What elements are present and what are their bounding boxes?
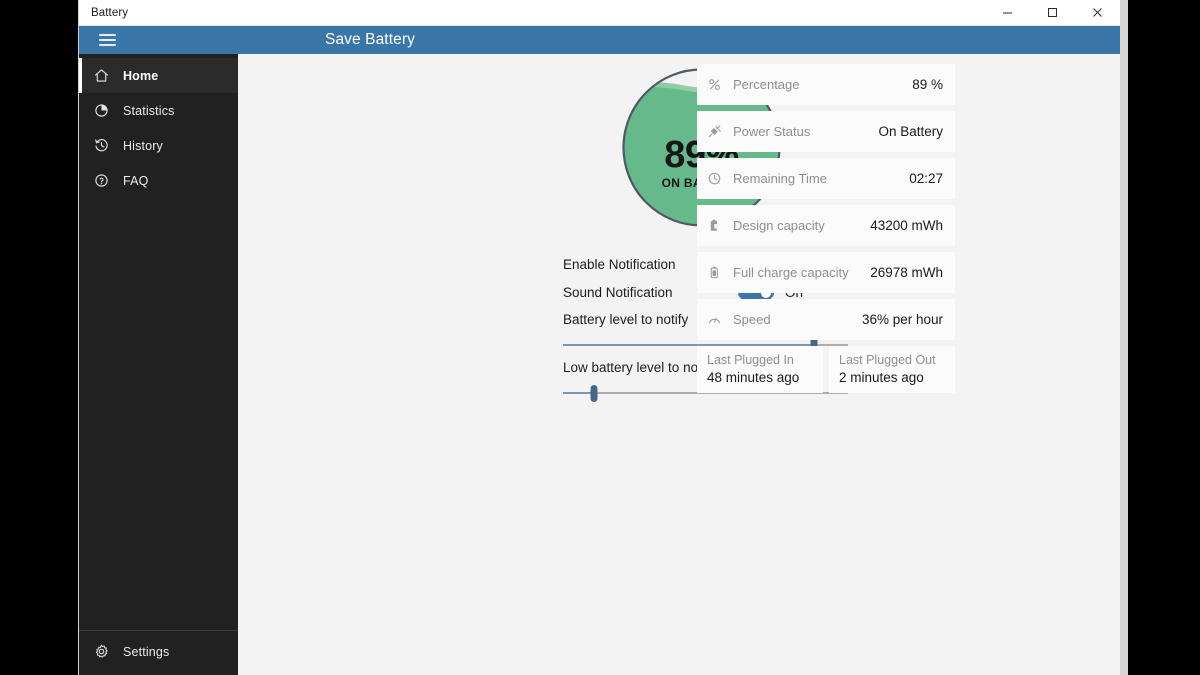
page-title: Save Battery [325,31,415,48]
card-speed[interactable]: Speed 36% per hour [697,299,955,340]
gear-icon [79,643,123,660]
battery-info-cards: Percentage 89 % Power Status On Battery … [697,64,955,393]
home-icon [79,67,123,84]
card-last-plugged-in[interactable]: Last Plugged In 48 minutes ago [697,346,823,393]
app-header: Save Battery [79,26,1120,54]
clock-icon [707,171,733,186]
percent-icon [707,77,733,92]
hamburger-bar [98,44,116,46]
battery-full-icon [707,265,733,280]
sidebar-nav: Home Statistics History FAQ [79,54,238,198]
minimize-icon [1003,12,1012,14]
card-full-charge-capacity[interactable]: Full charge capacity 26978 mWh [697,252,955,293]
plug-value: 48 minutes ago [707,369,800,385]
speedometer-icon [707,312,733,327]
minimize-button[interactable] [985,0,1030,26]
plug-value: 2 minutes ago [839,369,924,385]
main-content: 89% ON BATTERY Enable Notification On So… [238,54,1120,675]
question-circle-icon [79,172,123,189]
sidebar-item-home[interactable]: Home [79,58,238,93]
sidebar-item-label: Statistics [123,103,175,118]
card-label: Speed [733,312,771,327]
window-titlebar: Battery [79,0,1120,26]
sidebar-item-settings[interactable]: Settings [79,634,238,669]
window-title: Battery [91,6,129,19]
maximize-icon [1048,8,1057,17]
card-label: Full charge capacity [733,265,849,280]
sidebar-item-label: History [123,138,163,153]
plug-title: Last Plugged Out [839,353,936,367]
sidebar-item-faq[interactable]: FAQ [79,163,238,198]
card-last-plugged-out[interactable]: Last Plugged Out 2 minutes ago [829,346,955,393]
sidebar-item-label: Home [123,68,159,83]
history-clock-icon [79,137,123,154]
card-value: 43200 mWh [870,218,943,233]
card-label: Remaining Time [733,171,827,186]
sidebar-item-label: Settings [123,644,170,659]
card-label: Design capacity [733,218,825,233]
sidebar-footer: Settings [79,630,238,675]
card-design-capacity[interactable]: Design capacity 43200 mWh [697,205,955,246]
slider-thumb[interactable] [590,385,598,402]
slider-fill [563,392,595,394]
card-value: On Battery [878,124,943,139]
sidebar-item-history[interactable]: History [79,128,238,163]
sidebar-item-statistics[interactable]: Statistics [79,93,238,128]
hamburger-bar [98,39,116,41]
card-power-status[interactable]: Power Status On Battery [697,111,955,152]
sidebar: Home Statistics History FAQ Settings [79,54,238,675]
window-body: Home Statistics History FAQ Settings 89%… [79,54,1120,675]
hamburger-icon[interactable] [87,26,127,54]
card-remaining-time[interactable]: Remaining Time 02:27 [697,158,955,199]
plug-title: Last Plugged In [707,353,794,367]
card-value: 89 % [912,77,943,92]
close-icon [1093,8,1102,17]
card-label: Percentage [733,77,800,92]
maximize-button[interactable] [1030,0,1075,26]
hamburger-bar [98,34,116,36]
close-button[interactable] [1075,0,1120,26]
card-value: 36% per hour [861,312,943,327]
app-window: Battery Save Battery Home Statistics His… [78,0,1128,675]
plug-icon [707,124,733,139]
card-percentage[interactable]: Percentage 89 % [697,64,955,105]
battery-design-icon [707,218,733,233]
card-value: 26978 mWh [870,265,943,280]
card-label: Power Status [733,124,811,139]
sidebar-item-label: FAQ [123,173,149,188]
card-value: 02:27 [909,171,943,186]
pie-chart-icon [79,102,123,119]
plugged-cards-row: Last Plugged In 48 minutes ago Last Plug… [697,346,955,393]
